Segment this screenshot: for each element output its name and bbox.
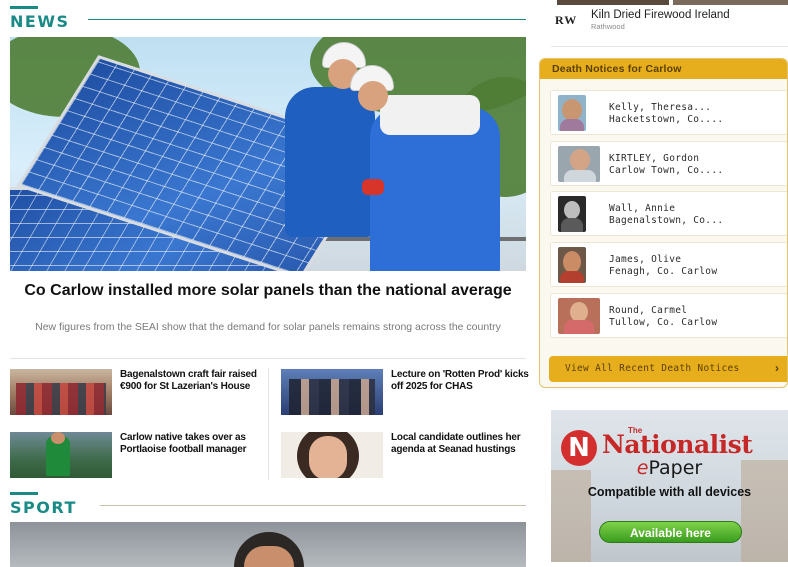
advert-subtitle: Rathwood (591, 22, 625, 31)
brand-name: Nationalist (602, 430, 753, 459)
deceased-photo (558, 247, 586, 283)
deceased-name[interactable]: KIRTLEY, Gordon (609, 153, 699, 164)
news-section-title[interactable]: NEWS (10, 12, 70, 31)
death-notice-item[interactable]: KIRTLEY, Gordon Carlow Town, Co.... (550, 141, 787, 186)
divider (10, 358, 526, 359)
advert-image-strip (557, 0, 669, 5)
deceased-location: Tullow, Co. Carlow (609, 317, 718, 328)
nationalist-epaper-advert[interactable]: N The Nationalist ePaper Compatible with… (551, 410, 788, 562)
worker-1 (285, 87, 375, 237)
story-title[interactable]: Carlow native takes over as Portlaoise f… (120, 432, 262, 455)
deceased-location: Fenagh, Co. Carlow (609, 266, 718, 277)
compatibility-text: Compatible with all devices (587, 485, 752, 499)
epaper-word: Paper (648, 457, 703, 479)
story-thumbnail[interactable] (10, 432, 112, 478)
divider (268, 368, 269, 480)
advert-image-strip (673, 0, 788, 5)
story-thumbnail[interactable] (10, 369, 112, 415)
section-accent-bar (10, 492, 38, 495)
firewood-advert[interactable]: RW Kiln Dried Firewood Ireland Rathwood (551, 0, 788, 42)
death-notice-item[interactable]: Wall, Annie Bagenalstown, Co... (550, 191, 787, 236)
story-thumbnail[interactable] (281, 369, 383, 415)
deceased-location: Hacketstown, Co.... (609, 114, 724, 125)
background-building (551, 470, 591, 562)
deceased-photo (558, 146, 600, 182)
news-section-header: NEWS (10, 6, 526, 31)
death-notices-title: Death Notices for Carlow (552, 63, 682, 75)
epaper-title: ePaper (551, 457, 788, 479)
story-card[interactable]: Bagenalstown craft fair raised €900 for … (10, 369, 260, 419)
worker-2-face (358, 81, 388, 111)
section-divider (88, 19, 526, 20)
story-card[interactable]: Lecture on 'Rotten Prod' kicks off 2025 … (281, 369, 531, 419)
red-glove (362, 179, 384, 195)
story-title[interactable]: Lecture on 'Rotten Prod' kicks off 2025 … (391, 369, 533, 392)
death-notice-item[interactable]: Round, Carmel Tullow, Co. Carlow (550, 293, 787, 338)
view-all-label: View All Recent Death Notices (565, 363, 740, 374)
lead-story-summary: New figures from the SEAI show that the … (35, 321, 501, 333)
button-label: Available here (630, 526, 711, 540)
death-notice-item[interactable]: James, Olive Fenagh, Co. Carlow (550, 242, 787, 287)
section-accent-bar (10, 6, 38, 9)
view-all-death-notices-button[interactable]: View All Recent Death Notices › (549, 356, 787, 382)
death-notice-item[interactable]: Kelly, Theresa... Hacketstown, Co.... (550, 90, 787, 135)
story-title[interactable]: Local candidate outlines her agenda at S… (391, 432, 533, 455)
sport-section-header: SPORT (10, 492, 526, 517)
worker-2-shirt (380, 95, 480, 135)
section-divider (100, 505, 526, 506)
deceased-name[interactable]: Kelly, Theresa... (609, 102, 711, 113)
deceased-name[interactable]: Round, Carmel (609, 305, 687, 316)
deceased-location: Bagenalstown, Co... (609, 215, 724, 226)
deceased-name[interactable]: James, Olive (609, 254, 681, 265)
lead-story-image[interactable] (10, 37, 526, 271)
story-thumbnail[interactable] (281, 432, 383, 478)
story-title[interactable]: Bagenalstown craft fair raised €900 for … (120, 369, 262, 392)
advert-title[interactable]: Kiln Dried Firewood Ireland (591, 9, 730, 21)
death-notices-widget: Death Notices for Carlow Kelly, Theresa.… (539, 58, 788, 388)
sport-section-title[interactable]: SPORT (10, 498, 77, 517)
lead-story-headline[interactable]: Co Carlow installed more solar panels th… (10, 281, 526, 300)
sport-lead-image[interactable] (10, 522, 526, 567)
rw-logo: RW (555, 13, 578, 27)
available-here-button[interactable]: Available here (599, 521, 742, 543)
deceased-photo (558, 196, 586, 232)
deceased-location: Carlow Town, Co.... (609, 165, 724, 176)
deceased-photo (558, 298, 600, 334)
deceased-photo (558, 95, 586, 131)
death-notices-header: Death Notices for Carlow (540, 59, 787, 79)
story-card[interactable]: Local candidate outlines her agenda at S… (281, 432, 531, 482)
deceased-name[interactable]: Wall, Annie (609, 203, 675, 214)
divider (551, 46, 788, 47)
epaper-e: e (636, 457, 649, 479)
story-card[interactable]: Carlow native takes over as Portlaoise f… (10, 432, 260, 482)
chevron-right-icon: › (775, 361, 779, 375)
